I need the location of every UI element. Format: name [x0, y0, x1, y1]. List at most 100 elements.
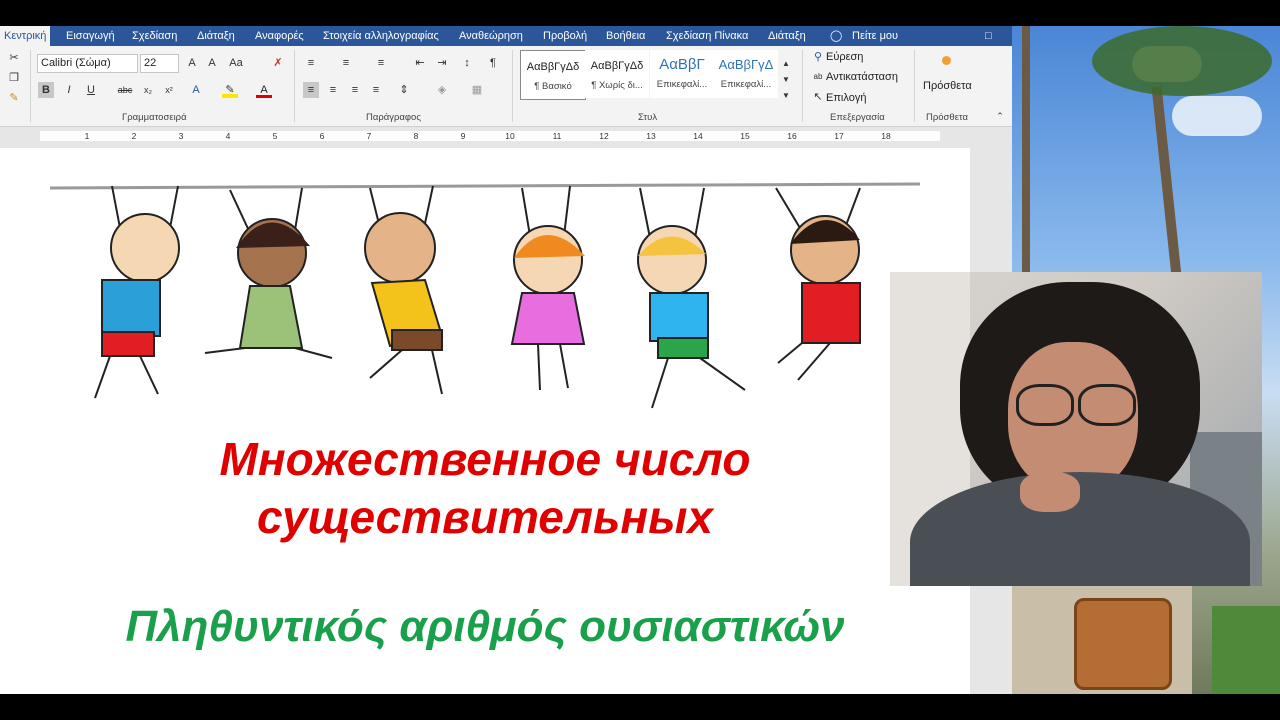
tab-mailings[interactable]: Στοιχεία αλληλογραφίας [323, 26, 439, 46]
style-preview: ΑαΒβΓγΔδ [590, 60, 644, 72]
addins-button[interactable]: Πρόσθετα [923, 80, 972, 92]
ruler-number: 10 [505, 131, 515, 141]
numbering-icon[interactable]: ≡ [338, 55, 354, 71]
superscript-icon[interactable]: x² [161, 82, 177, 98]
style-name: ¶ Χωρίς δι... [591, 80, 643, 91]
ruler-number: 4 [225, 131, 231, 141]
cut-icon[interactable]: ✂ [6, 50, 22, 66]
glasses-left-lens [1016, 384, 1074, 426]
kid-figure-1 [94, 185, 180, 399]
align-left-icon[interactable]: ≡ [303, 82, 319, 98]
text-effects-icon[interactable]: A [188, 82, 204, 98]
style-no-spacing[interactable]: ΑαΒβΓγΔδ ¶ Χωρίς δι... [585, 50, 649, 98]
style-preview: ΑαΒβΓ [659, 56, 705, 73]
ribbon-tab-bar: Κεντρική Εισαγωγή Σχεδίαση Διάταξη Αναφο… [0, 26, 1012, 46]
tab-insert[interactable]: Εισαγωγή [66, 26, 115, 46]
tab-references[interactable]: Αναφορές [255, 26, 304, 46]
tab-layout[interactable]: Διάταξη [197, 26, 235, 46]
word-window: Κεντρική Εισαγωγή Σχεδίαση Διάταξη Αναφο… [0, 26, 1012, 694]
ruler-number: 14 [693, 131, 703, 141]
style-preview: ΑαΒβΓγΔ [718, 57, 774, 72]
line-spacing-icon[interactable]: ⇕ [396, 82, 412, 98]
replace-button[interactable]: Αντικατάσταση [826, 71, 898, 83]
clear-format-icon[interactable]: ✗ [270, 55, 286, 71]
styles-scroll-up-icon[interactable]: ▲ [778, 56, 794, 72]
kid-figure-5 [637, 187, 746, 409]
ruler-number: 12 [599, 131, 609, 141]
font-name-select[interactable]: Calibri (Σώμα) [37, 54, 138, 73]
ruler-number: 11 [552, 131, 562, 141]
tab-help[interactable]: Βοήθεια [606, 26, 645, 46]
ruler-number: 18 [881, 131, 891, 141]
kid-figure-4 [510, 185, 586, 391]
comment-icon[interactable]: □ [985, 26, 992, 46]
ruler-number: 8 [413, 131, 419, 141]
kid-figure-2 [204, 187, 333, 359]
glasses-right-lens [1078, 384, 1136, 426]
collapse-ribbon-icon[interactable]: ⌃ [992, 108, 1008, 124]
styles-scroll-down-icon[interactable]: ▼ [778, 72, 794, 88]
justify-icon[interactable]: ≡ [368, 82, 384, 98]
show-marks-icon[interactable]: ¶ [485, 55, 501, 71]
ruler-number: 16 [787, 131, 797, 141]
carved-sign [1074, 598, 1172, 690]
title-greek: Πληθυντικός αριθμός ουσιαστικών [125, 602, 845, 651]
tab-table-design[interactable]: Σχεδίαση Πίνακα [666, 26, 748, 46]
tab-table-layout[interactable]: Διάταξη [768, 26, 806, 46]
sort-icon[interactable]: ↕ [459, 55, 475, 71]
select-button[interactable]: Επιλογή [826, 92, 866, 104]
ruler-strip: 1 2 3 4 5 6 7 8 9 10 11 12 13 14 15 16 1… [40, 131, 940, 141]
bold-icon[interactable]: B [38, 82, 54, 98]
styles-more-icon[interactable]: ▼ [778, 88, 794, 104]
ruler-number: 7 [366, 131, 372, 141]
tab-review[interactable]: Αναθεώρηση [459, 26, 523, 46]
group-label-editing: Επεξεργασία [830, 112, 885, 123]
ruler-number: 3 [178, 131, 184, 141]
borders-icon[interactable]: ▦ [469, 82, 485, 98]
person-hand [1020, 472, 1080, 512]
grow-font-icon[interactable]: A [184, 55, 200, 71]
copy-icon[interactable]: ❐ [6, 70, 22, 86]
ribbon: ✂ ❐ ✎ Calibri (Σώμα) 22 A A Aa ✗ B I U a… [0, 46, 1012, 127]
tab-view[interactable]: Προβολή [543, 26, 587, 46]
palm-trunk [1022, 26, 1030, 276]
font-color-icon[interactable]: A [256, 82, 272, 98]
subscript-icon[interactable]: x₂ [140, 82, 156, 98]
hanging-kids-illustration [49, 182, 921, 409]
shading-icon[interactable]: ◈ [434, 82, 450, 98]
ruler-number: 17 [834, 131, 844, 141]
document-page[interactable]: Множественное число существительных Πληθ… [0, 148, 970, 694]
tab-home[interactable]: Κεντρική [0, 26, 51, 46]
bullets-icon[interactable]: ≡ [303, 55, 319, 71]
highlight-icon[interactable]: ✎ [222, 82, 238, 98]
tell-me-search[interactable]: Πείτε μου [852, 26, 898, 46]
lightbulb-icon[interactable]: ◯ [830, 26, 842, 46]
multilevel-list-icon[interactable]: ≡ [373, 55, 389, 71]
align-center-icon[interactable]: ≡ [325, 82, 341, 98]
ruler-number: 6 [319, 131, 325, 141]
search-icon: ⚲ [813, 51, 823, 63]
ruler-number: 5 [272, 131, 278, 141]
strikethrough-icon[interactable]: abc [117, 82, 133, 98]
group-label-font: Γραμματοσειρά [122, 112, 187, 123]
change-case-icon[interactable]: Aa [228, 55, 244, 71]
increase-indent-icon[interactable]: ⇥ [434, 55, 450, 71]
style-heading-2[interactable]: ΑαΒβΓγΔ Επικεφαλί... [714, 50, 778, 98]
italic-icon[interactable]: I [61, 82, 77, 98]
find-button[interactable]: Εύρεση [826, 51, 863, 63]
style-heading-1[interactable]: ΑαΒβΓ Επικεφαλί... [650, 50, 714, 98]
style-preview: ΑαΒβΓγΔδ [526, 61, 580, 73]
shrink-font-icon[interactable]: A [204, 55, 220, 71]
cloud-shape [1172, 96, 1262, 136]
style-normal[interactable]: ΑαΒβΓγΔδ ¶ Βασικό [520, 50, 586, 100]
group-label-styles: Στυλ [638, 112, 658, 123]
align-right-icon[interactable]: ≡ [347, 82, 363, 98]
underline-icon[interactable]: U [83, 82, 99, 98]
font-size-select[interactable]: 22 [140, 54, 179, 73]
ruler-number: 9 [460, 131, 466, 141]
ruler-number: 15 [740, 131, 750, 141]
ruler-number: 1 [84, 131, 90, 141]
format-painter-icon[interactable]: ✎ [6, 90, 22, 106]
tab-design[interactable]: Σχεδίαση [132, 26, 177, 46]
decrease-indent-icon[interactable]: ⇤ [412, 55, 428, 71]
